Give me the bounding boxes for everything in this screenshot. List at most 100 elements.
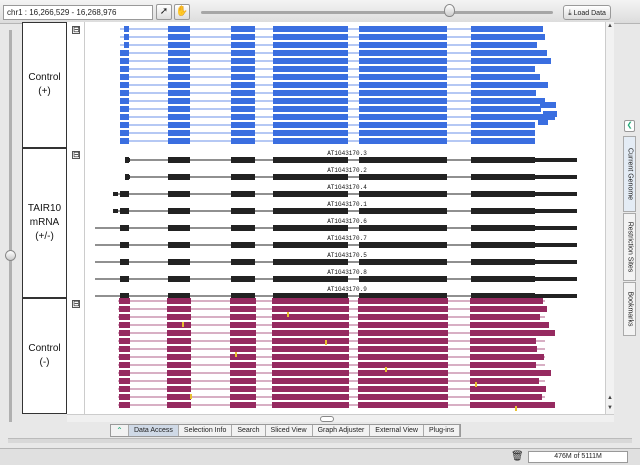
zoom-slider-track[interactable] xyxy=(201,11,553,14)
gene-model-exon xyxy=(359,225,447,231)
vertical-scrollbar[interactable]: ▲ ▲ ▼ xyxy=(605,22,614,414)
minus-read-block xyxy=(167,354,191,360)
minus-read-block xyxy=(230,354,256,360)
plus-read-block xyxy=(471,42,535,48)
plus-read-block xyxy=(168,98,190,104)
plus-read-block xyxy=(273,106,348,112)
vertical-zoom-track[interactable] xyxy=(9,30,12,422)
gene-model-exon xyxy=(231,157,255,163)
plus-read-block xyxy=(168,34,190,40)
plus-read-block xyxy=(535,50,547,56)
plus-read-block xyxy=(168,58,190,64)
plus-read-block xyxy=(231,26,255,32)
minus-read-block xyxy=(119,314,130,320)
gene-model-exon xyxy=(359,208,447,214)
label-line: mRNA xyxy=(29,217,60,228)
track-viewer[interactable]: AT1G43170.3 AT1G43170.2 AT1G43170.4 AT1G431… xyxy=(85,22,605,414)
plus-read-block xyxy=(120,82,129,88)
plus-read-block xyxy=(540,102,556,108)
collapse-icon[interactable]: ⊟ xyxy=(72,151,80,159)
zoom-slider-knob[interactable] xyxy=(444,4,455,17)
tab-bookmarks[interactable]: Bookmarks xyxy=(623,282,636,336)
tab-restriction-sites[interactable]: Restriction Sites xyxy=(623,213,636,281)
plus-read-block xyxy=(273,122,348,128)
plus-read-block xyxy=(535,42,537,48)
minus-read-block xyxy=(230,402,256,408)
collapse-icon[interactable]: ⊟ xyxy=(72,26,80,34)
label-line: (+) xyxy=(38,86,51,97)
plus-read-block xyxy=(359,90,447,96)
tab-sliced-view[interactable]: Sliced View xyxy=(266,425,313,436)
minus-read-block xyxy=(230,346,256,352)
tab-selection-info[interactable]: Selection Info xyxy=(179,425,233,436)
bottom-panel-divider[interactable] xyxy=(8,438,632,443)
scroll-up-icon[interactable]: ▲ xyxy=(606,22,614,30)
gene-model-exon xyxy=(231,259,255,265)
minus-read-block xyxy=(535,314,540,320)
plus-read-block xyxy=(359,42,447,48)
gene-model-exon xyxy=(273,225,348,231)
minus-read-block xyxy=(535,298,543,304)
gene-model-exon xyxy=(273,276,348,282)
track-label-control-plus[interactable]: Control (+) xyxy=(22,22,67,148)
tab-search[interactable]: Search xyxy=(232,425,266,436)
toolbar: chr1 : 16,266,529 - 16,268,976 ➚ ✋ ⤓ Load… xyxy=(0,0,640,24)
tab-data-access[interactable]: Data Access xyxy=(129,425,179,436)
plus-read-block xyxy=(168,122,190,128)
horizontal-scrollbar[interactable] xyxy=(67,414,614,422)
minus-read-block xyxy=(535,370,551,376)
minus-read-block xyxy=(119,322,130,328)
tab-current-genome[interactable]: Current Genome xyxy=(623,136,636,212)
tab-graph-adjuster[interactable]: Graph Adjuster xyxy=(313,425,371,436)
plus-read-block xyxy=(273,34,348,40)
gene-model-exon xyxy=(471,276,535,282)
collapse-icon[interactable]: ⊟ xyxy=(72,300,80,308)
gene-model-exon xyxy=(359,259,447,265)
minus-read-block xyxy=(272,362,349,368)
expand-panel-icon[interactable]: ⌃ xyxy=(111,425,129,436)
plus-read-block xyxy=(120,74,129,80)
label-line: TAIR10 xyxy=(27,203,62,214)
track-label-control-minus[interactable]: Control (-) xyxy=(22,298,67,414)
scroll-down-icon[interactable]: ▼ xyxy=(606,404,614,412)
plus-read-block xyxy=(535,82,548,88)
arrow-pointer-icon[interactable]: ➚ xyxy=(156,4,172,20)
transcript-label: AT1G43170.8 xyxy=(327,269,367,276)
plus-read-block xyxy=(471,34,535,40)
minus-read-block xyxy=(358,402,448,408)
plus-read-block xyxy=(120,106,129,112)
plus-read-block xyxy=(231,42,255,48)
plus-read-block xyxy=(120,66,129,72)
load-data-button[interactable]: ⤓ Load Data xyxy=(563,5,611,20)
tab-plug-ins[interactable]: Plug-ins xyxy=(424,425,461,436)
plus-read-block xyxy=(273,98,348,104)
gene-model-exon xyxy=(120,259,129,265)
collapse-sidebar-icon[interactable]: ❮ xyxy=(624,120,635,132)
minus-read-block xyxy=(230,362,256,368)
plus-read-block xyxy=(120,98,129,104)
minus-read-block xyxy=(470,346,536,352)
label-line: (+/-) xyxy=(35,231,54,242)
location-field[interactable]: chr1 : 16,266,529 - 16,268,976 xyxy=(3,5,153,20)
horizontal-scroll-thumb[interactable] xyxy=(320,416,334,422)
tab-external-view[interactable]: External View xyxy=(370,425,424,436)
minus-read-block xyxy=(358,322,448,328)
label-line: Control xyxy=(28,343,61,354)
track-label-tair10[interactable]: TAIR10 mRNA (+/-) xyxy=(22,148,67,298)
minus-read-block xyxy=(470,378,536,384)
gene-model-exon xyxy=(231,276,255,282)
scroll-up-icon[interactable]: ▲ xyxy=(606,394,614,402)
plus-read-block xyxy=(359,98,447,104)
vertical-zoom-knob[interactable] xyxy=(5,250,16,261)
gene-model-exon xyxy=(168,259,190,265)
plus-read-block xyxy=(543,111,557,117)
hand-pan-icon[interactable]: ✋ xyxy=(174,4,190,20)
transcript-label: AT1G43170.7 xyxy=(327,235,367,242)
minus-read-block xyxy=(119,354,130,360)
plus-read-block xyxy=(471,130,535,136)
minus-read-block xyxy=(470,330,536,336)
plus-read-block xyxy=(359,26,447,32)
trash-icon[interactable]: 🗑 xyxy=(511,451,524,462)
minus-read-block xyxy=(272,394,349,400)
gene-model-exon xyxy=(359,191,447,197)
